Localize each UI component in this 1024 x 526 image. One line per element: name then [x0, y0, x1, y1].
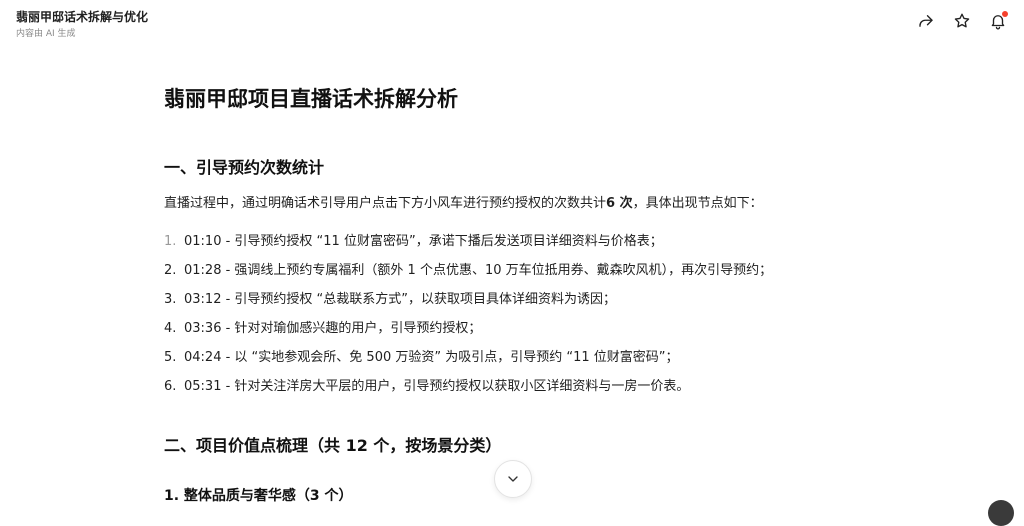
section-heading: 二、项目价值点梳理（共 12 个，按场景分类） [164, 436, 502, 455]
document-title: 翡丽甲邸话术拆解与优化 [16, 10, 149, 24]
top-actions [916, 11, 1008, 31]
subsection-heading: 1. 整体品质与奢华感（3 个） [164, 488, 353, 504]
top-bar: 翡丽甲邸话术拆解与优化 内容由 AI 生成 [0, 0, 1024, 48]
list-number: 5. [164, 350, 177, 365]
chevron-down-icon [508, 476, 518, 482]
share-icon [919, 15, 933, 27]
list-number: 1. [164, 234, 177, 249]
list-number: 4. [164, 321, 177, 336]
section-intro: 直播过程中，通过明确话术引导用户点击下方小风车进行预约授权的次数共计6 次，具体… [164, 192, 763, 211]
list-item: 2. 01:28 - 强调线上预约专属福利（额外 1 个点优惠、10 万车位抵用券… [164, 261, 772, 290]
list-number: 6. [164, 379, 177, 394]
intro-count: 6 次 [606, 196, 633, 211]
list-number: 3. [164, 292, 177, 307]
intro-text: 直播过程中，通过明确话术引导用户点击下方小风车进行预约授权的次数共计 [164, 196, 607, 211]
list-item: 3. 03:12 - 引导预约授权 “总裁联系方式”，以获取项目具体详细资料为诱因… [164, 290, 772, 319]
document-heading: 翡丽甲邸项目直播话术拆解分析 [164, 87, 458, 111]
notification-dot [1002, 11, 1008, 17]
list-number: 2. [164, 263, 177, 278]
star-icon [954, 13, 970, 28]
list-text: 03:36 - 针对对瑜伽感兴趣的用户，引导预约授权； [184, 321, 482, 336]
section-heading: 一、引导预约次数统计 [164, 158, 325, 177]
intro-text-end: ，具体出现节点如下： [632, 196, 763, 211]
list-text: 04:24 - 以 “实地参观会所、免 500 万验资” 为吸引点，引导预约 “… [184, 350, 679, 365]
favorite-button[interactable] [952, 11, 972, 31]
booking-nodes-list: 1. 01:10 - 引导预约授权 “11 位财富密码”，承诺下播后发送项目详细资… [164, 232, 772, 406]
list-item: 6. 05:31 - 针对关注洋房大平层的用户，引导预约授权以获取小区详细资料与一… [164, 377, 772, 406]
share-button[interactable] [916, 11, 936, 31]
list-text: 01:28 - 强调线上预约专属福利（额外 1 个点优惠、10 万车位抵用券、戴… [184, 263, 773, 278]
list-item: 1. 01:10 - 引导预约授权 “11 位财富密码”，承诺下播后发送项目详细资… [164, 232, 772, 261]
ai-generated-note: 内容由 AI 生成 [16, 29, 76, 39]
list-item: 4. 03:36 - 针对对瑜伽感兴趣的用户，引导预约授权； [164, 319, 772, 348]
list-item: 5. 04:24 - 以 “实地参观会所、免 500 万验资” 为吸引点，引导预约… [164, 348, 772, 377]
assistant-avatar[interactable] [988, 500, 1014, 526]
scroll-down-button[interactable] [494, 460, 532, 498]
document-body: 翡丽甲邸项目直播话术拆解分析 一、引导预约次数统计 直播过程中，通过明确话术引导… [164, 84, 844, 504]
list-text: 05:31 - 针对关注洋房大平层的用户，引导预约授权以获取小区详细资料与一房一… [184, 379, 690, 394]
list-text: 03:12 - 引导预约授权 “总裁联系方式”，以获取项目具体详细资料为诱因； [184, 292, 617, 307]
list-text: 01:10 - 引导预约授权 “11 位财富密码”，承诺下播后发送项目详细资料与… [184, 234, 663, 249]
notification-button[interactable] [988, 11, 1008, 31]
